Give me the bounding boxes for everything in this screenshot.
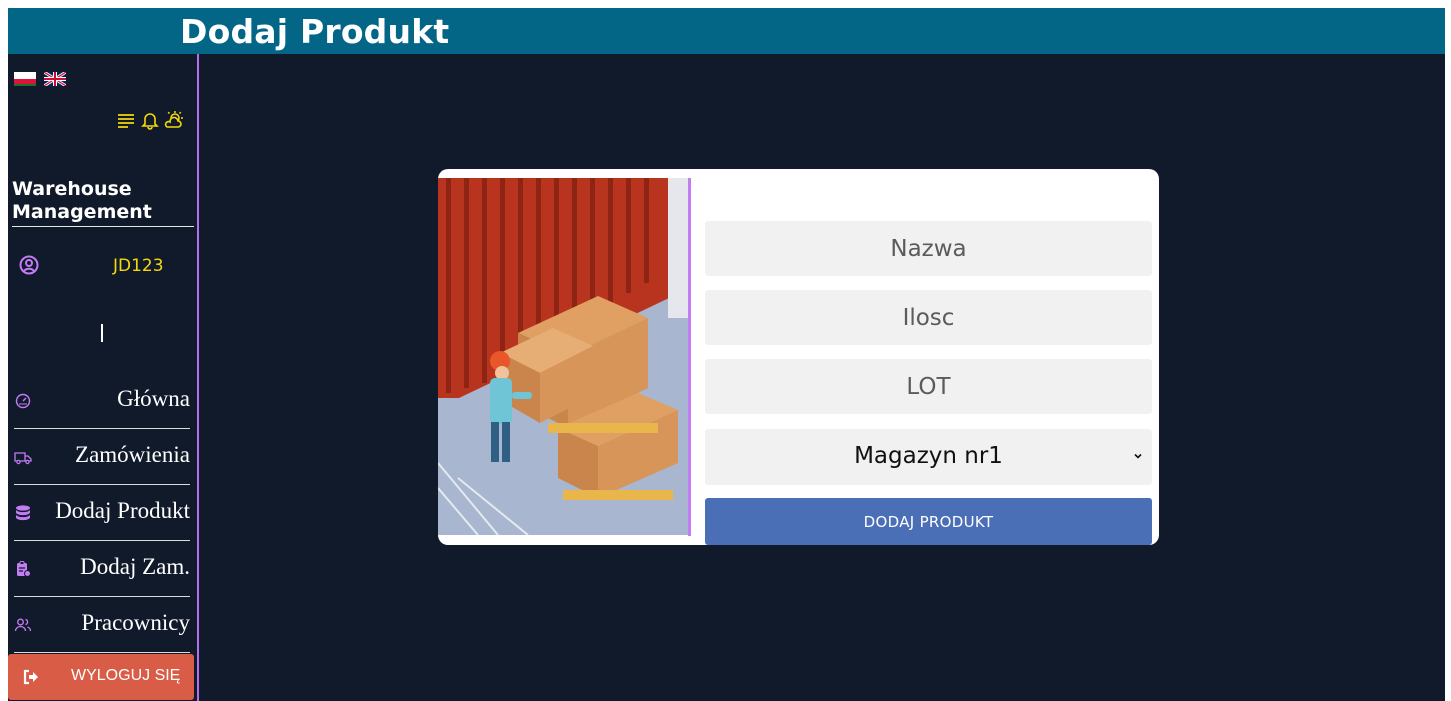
- user-circle-icon: [19, 255, 39, 275]
- chevron-down-icon: [1134, 453, 1142, 459]
- sidebar-item-label: Zamówienia: [75, 442, 190, 467]
- add-product-card: Magazyn nr1 DODAJ PRODUKT: [438, 169, 1159, 545]
- illustration-divider: [688, 178, 691, 536]
- sidebar-item-label: Dodaj Produkt: [55, 498, 190, 523]
- add-product-button[interactable]: DODAJ PRODUKT: [705, 498, 1152, 545]
- clipboard-icon: [17, 561, 31, 577]
- warehouse-select[interactable]: Magazyn nr1: [705, 429, 1152, 485]
- sidebar-item-label: Główna: [117, 386, 190, 411]
- lot-field[interactable]: [705, 359, 1152, 414]
- username: JD123: [113, 256, 164, 276]
- language-switcher: [14, 72, 66, 86]
- dashboard-icon: [15, 393, 31, 409]
- quantity-field[interactable]: [705, 290, 1152, 345]
- sidebar-item-dodaj-produkt[interactable]: Dodaj Produkt: [14, 486, 190, 541]
- truck-icon: [14, 452, 32, 465]
- sidebar: Warehouse Management JD123 Główna Zamówi…: [8, 54, 199, 701]
- sidebar-item-glowna[interactable]: Główna: [14, 374, 190, 429]
- sidebar-item-pracownicy[interactable]: Pracownicy: [14, 598, 190, 653]
- header-bar: Dodaj Produkt: [8, 8, 1445, 54]
- page-title: Dodaj Produkt: [180, 12, 450, 51]
- weather-icon[interactable]: [164, 110, 184, 130]
- quick-icons: [116, 110, 184, 130]
- logout-button[interactable]: WYLOGUJ SIĘ: [8, 654, 194, 700]
- menu-icon[interactable]: [116, 110, 136, 130]
- sidebar-nav: Główna Zamówienia Dodaj Produkt Dodaj Za…: [14, 374, 190, 654]
- warehouse-illustration: [438, 178, 690, 535]
- warehouse-select-value: Magazyn nr1: [854, 443, 1003, 469]
- users-icon: [14, 618, 32, 632]
- flag-pl-icon[interactable]: [14, 72, 36, 86]
- sidebar-item-zamowienia[interactable]: Zamówienia: [14, 430, 190, 485]
- logout-label: WYLOGUJ SIĘ: [71, 667, 181, 684]
- brand-title: Warehouse Management: [12, 178, 194, 227]
- logout-icon: [23, 669, 38, 685]
- sidebar-item-label: Dodaj Zam.: [80, 554, 190, 579]
- database-icon: [16, 505, 30, 521]
- sidebar-item-label: Pracownicy: [81, 610, 190, 635]
- text-cursor: [101, 324, 103, 342]
- app-frame: Dodaj Produkt Warehouse Management JD123…: [8, 8, 1445, 701]
- flag-uk-icon[interactable]: [44, 72, 66, 86]
- sidebar-item-dodaj-zam[interactable]: Dodaj Zam.: [14, 542, 190, 597]
- bell-icon[interactable]: [140, 110, 160, 130]
- name-field[interactable]: [705, 221, 1152, 276]
- user-profile: JD123: [18, 254, 188, 278]
